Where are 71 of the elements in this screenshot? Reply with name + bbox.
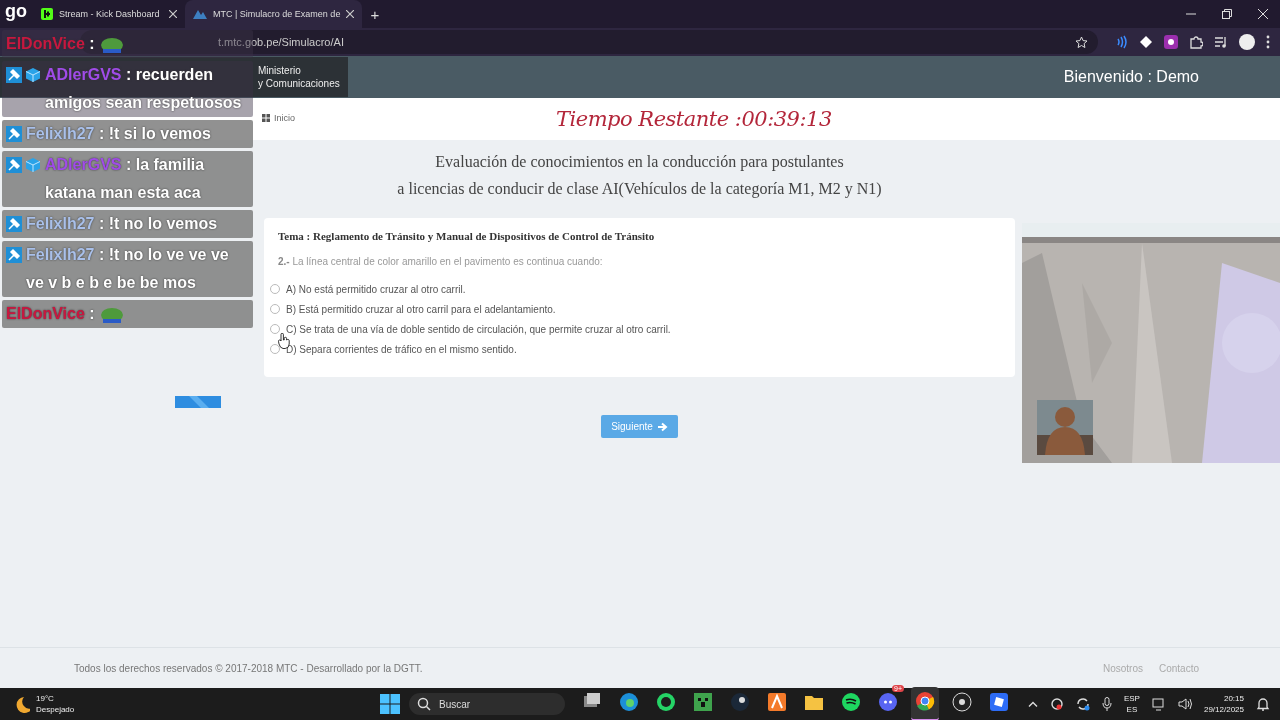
sync-icon[interactable]	[1075, 697, 1090, 711]
ministry-name: Ministerio	[258, 65, 302, 76]
chevron-up-icon[interactable]	[1027, 701, 1038, 707]
record-icon[interactable]	[1049, 697, 1064, 711]
microphone-icon[interactable]	[1101, 697, 1112, 711]
chat-line: Felixlh27 : !t si lo vemos	[26, 124, 211, 144]
volume-icon[interactable]	[1177, 697, 1192, 711]
windows-icon[interactable]	[380, 694, 400, 714]
clock[interactable]: 20:15 29/12/2025	[1203, 693, 1244, 715]
taskbar-app[interactable]	[911, 687, 939, 720]
hammer-badge-icon	[6, 216, 22, 232]
avatar-icon[interactable]	[1239, 34, 1255, 50]
creeper-icon	[693, 692, 713, 712]
radio-button[interactable]	[270, 304, 280, 314]
hammer-badge-icon	[6, 247, 22, 263]
chat-line: ADlerGVS : la familia katana man esta aca	[45, 155, 206, 203]
close-icon[interactable]	[346, 10, 355, 18]
new-tab-button[interactable]: +	[362, 5, 388, 23]
menu-item[interactable]: Inicio	[262, 113, 295, 123]
topic-title: Tema : Reglamento de Tránsito y Manual de Dispositivos de Control de Tránsito	[278, 230, 656, 242]
frog-emote-icon	[98, 305, 125, 323]
search-icon	[417, 697, 431, 711]
network-icon[interactable]	[1151, 697, 1166, 711]
answer-option[interactable]: A) No está permitido cruzar al otro carril.	[286, 283, 466, 295]
launcher-icon	[767, 692, 787, 712]
chat-line: Felixlh27 : !t no lo ve ve ve ve v b e b e be be mos	[26, 245, 230, 293]
mountain-icon	[193, 8, 207, 20]
browser-tab[interactable]: Stream - Kick Dashboard	[33, 0, 185, 28]
radio-button[interactable]	[270, 284, 280, 294]
puzzle-icon[interactable]	[1189, 35, 1203, 49]
close-icon[interactable]	[1258, 9, 1268, 19]
arrow-right-icon	[657, 421, 668, 432]
language-indicator[interactable]: ESP ES	[1123, 693, 1140, 715]
browser-tab[interactable]: MTC | Simulacro de Examen de	[185, 0, 363, 28]
welcome-text: Bienvenido : Demo	[1063, 68, 1199, 86]
tab-title: MTC | Simulacro de Examen de	[213, 9, 341, 19]
bell-icon[interactable]	[1256, 697, 1270, 711]
loading-bar-icon	[175, 396, 221, 408]
tab-title: Stream - Kick Dashboard	[59, 9, 161, 19]
temperature-text: 19°C	[36, 693, 55, 704]
hammer-badge-icon	[6, 157, 22, 173]
hammer-badge-icon	[6, 67, 22, 83]
grid-icon	[262, 114, 270, 122]
url-text: t.mtc.gob.pe/Simulacro/AI	[218, 36, 344, 48]
diamond-icon[interactable]	[1139, 35, 1153, 49]
ministry-name: y Comunicaciones	[258, 78, 340, 89]
radio-button[interactable]	[270, 324, 280, 334]
playlist-icon[interactable]	[1214, 35, 1228, 49]
exam-heading: a licencias de conducir de clase AI(Vehículos de la categoría M1, M2 y N1)	[397, 179, 882, 200]
sound-wave-icon[interactable]	[1114, 35, 1128, 49]
search-field[interactable]: Buscar	[409, 693, 565, 715]
cube-badge-icon	[25, 157, 41, 173]
copyright-text: Todos los derechos reservados © 2017-2018 MTC - Desarrollado por la DGTT.	[74, 662, 423, 674]
close-icon[interactable]	[169, 10, 177, 18]
star-icon[interactable]	[1075, 35, 1088, 49]
overlay-logo: go	[4, 0, 28, 22]
answer-option[interactable]: B) Está permitido cruzar al otro carril para el adelantamiento.	[286, 303, 556, 315]
chat-line: Felixlh27 : !t no lo vemos	[26, 214, 218, 234]
chat-line: ADlerGVS : recuerden amigos sean respetuosos	[45, 65, 243, 113]
exam-heading: Evaluación de conocimientos en la conducción para postulantes	[435, 152, 844, 173]
restore-icon[interactable]	[1222, 9, 1232, 19]
chat-bubble-icon	[656, 692, 676, 712]
timer-text: Tiempo Restante :00:39:13	[556, 107, 832, 131]
frog-emote-icon	[98, 35, 125, 53]
question-text: 2.- La línea central de color amarillo en el pavimento es continua cuando:	[278, 256, 604, 267]
answer-option[interactable]: C) Se trata de una vía de doble sentido de circulación, que permite cruzar al otro carril.	[286, 323, 671, 335]
cube-badge-icon	[25, 67, 41, 83]
hammer-badge-icon	[6, 126, 22, 142]
chat-line: ElDonVice :	[6, 304, 95, 324]
weather-text: Despejado	[36, 704, 75, 715]
more-icon[interactable]	[1266, 35, 1270, 49]
